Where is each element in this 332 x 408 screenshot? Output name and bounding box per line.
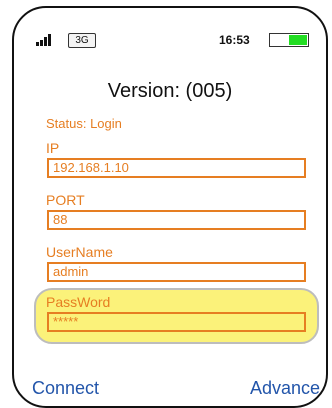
advance-button[interactable]: Advance — [250, 378, 320, 399]
password-label: PassWord — [46, 294, 111, 310]
page-title: Version: (005) — [107, 80, 233, 102]
battery-fill — [289, 35, 307, 45]
network-badge: 3G — [68, 33, 96, 48]
phone-frame: 3G 16:53 Version: (005) Status: Login IP… — [12, 6, 328, 408]
password-field[interactable]: ***** — [47, 312, 306, 332]
username-label: UserName — [46, 244, 113, 260]
status-text: Status: Login — [46, 116, 122, 131]
clock: 16:53 — [219, 33, 250, 47]
ip-field[interactable]: 192.168.1.10 — [47, 158, 306, 178]
battery-icon — [269, 33, 309, 47]
port-field[interactable]: 88 — [47, 210, 306, 230]
ip-label: IP — [46, 140, 60, 156]
port-label: PORT — [46, 192, 85, 208]
connect-button[interactable]: Connect — [32, 378, 99, 399]
signal-bars-icon — [36, 34, 56, 46]
username-field[interactable]: admin — [47, 262, 306, 282]
status-bar: 3G 16:53 — [14, 8, 326, 48]
